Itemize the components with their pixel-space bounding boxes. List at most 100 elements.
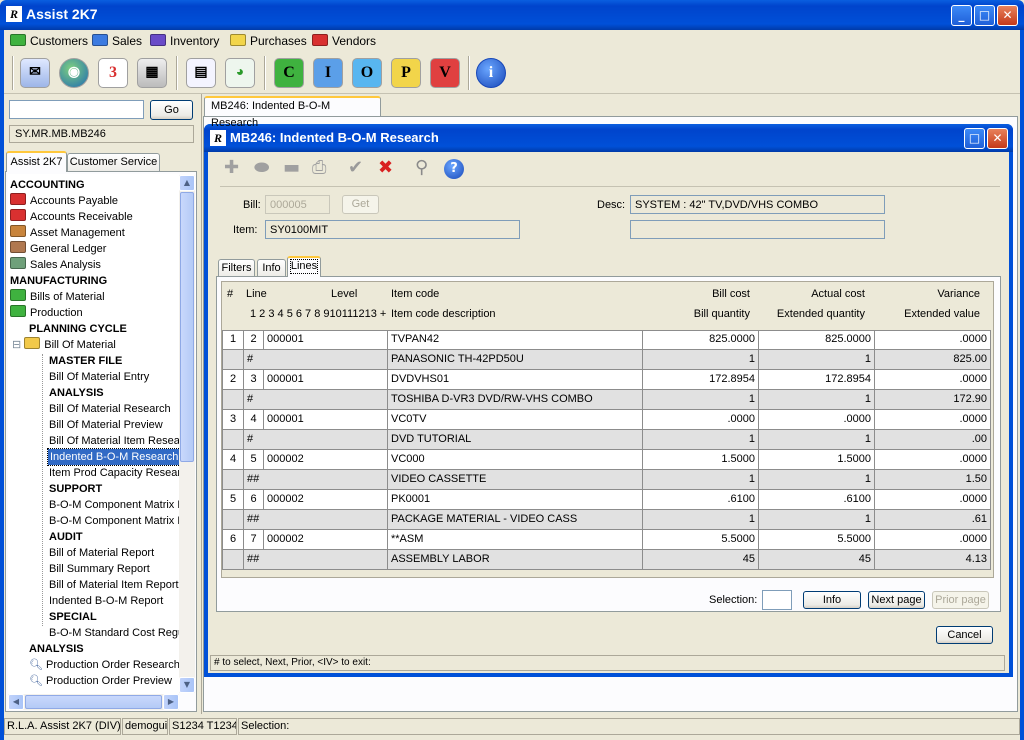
notes-icon[interactable]: ▤	[186, 58, 216, 88]
tree-item-production-order-preview[interactable]: 🔍︎ Production Order Preview	[29, 673, 172, 689]
hscroll-thumb[interactable]	[25, 695, 162, 709]
tree-item-indented-b-o-m-report[interactable]: Indented B-O-M Report	[49, 593, 163, 609]
bill-field[interactable]	[265, 195, 330, 214]
tree-item-bill-of-material-item-report[interactable]: Bill of Material Item Report	[49, 577, 179, 593]
table-row[interactable]: 3 4 000001 VC0TV .0000.0000.0000	[223, 410, 991, 430]
tree-item-sales-analysis[interactable]: Sales Analysis	[10, 257, 101, 273]
scroll-up-icon[interactable]: ▲	[179, 175, 195, 191]
scroll-thumb[interactable]	[180, 192, 194, 462]
globe-icon[interactable]: ◉	[59, 58, 89, 88]
print-icon[interactable]: ⎙	[312, 157, 326, 178]
document-tab[interactable]: MB246: Indented B-O-M Research	[204, 96, 381, 129]
calendar-icon[interactable]: 3	[98, 58, 128, 88]
next-page-button[interactable]: Next page	[868, 591, 925, 609]
vendors-shortcut-icon[interactable]: V	[430, 58, 460, 88]
tab-customer-service[interactable]: Customer Service	[67, 153, 160, 172]
tab-assist-2k7[interactable]: Assist 2K7	[6, 151, 67, 172]
tree-item-production-order-research[interactable]: 🔍︎ Production Order Research	[29, 657, 179, 673]
cell-ext-value: .00	[875, 430, 991, 450]
scroll-right-icon[interactable]: ▶	[163, 694, 179, 710]
tree-guide-line	[42, 354, 43, 626]
mail-icon[interactable]: ✉	[20, 58, 50, 88]
scroll-down-icon[interactable]: ▼	[179, 677, 195, 693]
tree-item-accounts-payable[interactable]: Accounts Payable	[10, 193, 118, 209]
cell-line: 7	[244, 530, 264, 550]
tree-item-b-o-m-standard-cost-regu[interactable]: B-O-M Standard Cost Regu	[49, 625, 179, 641]
tree-item-bill-of-material[interactable]: ⊟ Bill Of Material	[12, 337, 116, 353]
table-row[interactable]: 2 3 000001 DVDVHS01 172.8954 172.8954.0000	[223, 370, 991, 390]
selection-input[interactable]	[762, 590, 792, 610]
cell-bill-cost: 825.0000	[643, 330, 759, 350]
menu-purchases[interactable]: Purchases	[230, 32, 307, 50]
table-row-detail[interactable]: # PANASONIC TH-42PD50U 1 1 825.00	[223, 350, 991, 370]
table-row[interactable]: 6 7 000002 **ASM 5.5000 5.5000.0000	[223, 530, 991, 550]
minimize-button[interactable]: _	[951, 5, 972, 26]
desc-field[interactable]	[630, 195, 885, 214]
desc-line2-field[interactable]	[630, 220, 885, 239]
tree-item-bill-of-material-entry[interactable]: Bill Of Material Entry	[49, 369, 149, 385]
chart-doc-icon[interactable]: ◕	[225, 58, 255, 88]
cancel-x-icon[interactable]: ✖	[378, 157, 393, 178]
tree-item-bill-of-material-preview[interactable]: Bill Of Material Preview	[49, 417, 163, 433]
tree-item-production[interactable]: Production	[10, 305, 83, 321]
add-icon[interactable]: ✚	[224, 157, 239, 178]
tree-item-indented-b-o-m-research[interactable]: Indented B-O-M Research	[46, 448, 179, 466]
tree-item-bill-of-material-report[interactable]: Bill of Material Report	[49, 545, 154, 561]
tree-item-audit: AUDIT	[49, 529, 83, 545]
table-row[interactable]: 5 6 000002 PK0001.6100.6100.0000	[223, 490, 991, 510]
table-row-detail[interactable]: ## VIDEO CASSETTE 1 1 1.50	[223, 470, 991, 490]
tree-item-b-o-m-component-matrix-e[interactable]: B-O-M Component Matrix E	[49, 497, 179, 513]
tab-lines[interactable]: Lines	[287, 256, 321, 277]
menu-customers[interactable]: Customers	[10, 32, 88, 50]
item-field[interactable]	[265, 220, 520, 239]
calculator-icon[interactable]: ▦	[137, 58, 167, 88]
search-input[interactable]	[9, 100, 144, 119]
purchases-shortcut-icon[interactable]: P	[391, 58, 421, 88]
orders-shortcut-icon[interactable]: O	[352, 58, 382, 88]
info-button[interactable]: Info	[803, 591, 861, 609]
tree-item-item-prod-capacity-resear[interactable]: Item Prod Capacity Resear	[49, 465, 179, 481]
cell-item: VC0TV	[388, 410, 643, 430]
tree-scrollbar-vertical[interactable]: ▲ ▼	[179, 175, 195, 693]
tree-item-general-ledger[interactable]: General Ledger	[10, 241, 106, 257]
tree-item-bill-of-material-item-resear[interactable]: Bill Of Material Item Resear	[49, 433, 179, 449]
menu-inventory[interactable]: Inventory	[150, 32, 219, 50]
go-button[interactable]: Go	[150, 100, 193, 120]
help-icon[interactable]: ?	[444, 159, 464, 179]
info-icon[interactable]: i	[476, 58, 506, 88]
tab-info[interactable]: Info	[257, 259, 286, 277]
inventory-shortcut-icon[interactable]: I	[313, 58, 343, 88]
close-button[interactable]: ✕	[997, 5, 1018, 26]
menu-sales[interactable]: Sales	[92, 32, 142, 50]
menu-vendors[interactable]: Vendors	[312, 32, 376, 50]
delete-icon[interactable]: ▬	[283, 157, 300, 178]
tree-item-bills-of-material[interactable]: Bills of Material	[10, 289, 105, 305]
customers-shortcut-icon[interactable]: C	[274, 58, 304, 88]
table-row-detail[interactable]: ## ASSEMBLY LABOR 45 45 4.13	[223, 550, 991, 570]
get-button[interactable]: Get	[342, 195, 379, 214]
tree-item-bill-of-material-research[interactable]: Bill Of Material Research	[49, 401, 171, 417]
table-row[interactable]: 1 2 000001 TVPAN42 825.0000 825.0000.0000	[223, 330, 991, 350]
dialog-maximize-button[interactable]: □	[964, 128, 985, 149]
table-row-detail[interactable]: ## PACKAGE MATERIAL - VIDEO CASS 1 1.61	[223, 510, 991, 530]
accept-icon[interactable]: ✔	[348, 157, 363, 178]
search-zoom-icon[interactable]: ⚲	[415, 157, 428, 178]
dialog-close-button[interactable]: ✕	[987, 128, 1008, 149]
scroll-left-icon[interactable]: ◀	[8, 694, 24, 710]
maximize-button[interactable]: □	[974, 5, 995, 26]
table-row[interactable]: 4 5 000002 VC000 1.5000 1.5000.0000	[223, 450, 991, 470]
copy-icon[interactable]: ⬬	[254, 157, 269, 178]
cell-variance: .0000	[875, 330, 991, 350]
tree-item-accounts-receivable[interactable]: Accounts Receivable	[10, 209, 133, 225]
cancel-button[interactable]: Cancel	[936, 626, 993, 644]
tree-item-b-o-m-component-matrix-l[interactable]: B-O-M Component Matrix L	[49, 513, 179, 529]
table-row-detail[interactable]: # DVD TUTORIAL 1 1.00	[223, 430, 991, 450]
tree-scrollbar-horizontal[interactable]: ◀ ▶	[8, 694, 179, 710]
prior-page-button[interactable]: Prior page	[932, 591, 989, 609]
tree-item-asset-management[interactable]: Asset Management	[10, 225, 125, 241]
collapse-icon[interactable]: ⊟	[12, 339, 24, 351]
tab-filters[interactable]: Filters	[218, 259, 255, 277]
table-row-detail[interactable]: # TOSHIBA D-VR3 DVD/RW-VHS COMBO 1 1 172.90	[223, 390, 991, 410]
tree-item-label: ACCOUNTING	[10, 179, 85, 191]
tree-item-bill-summary-report[interactable]: Bill Summary Report	[49, 561, 150, 577]
